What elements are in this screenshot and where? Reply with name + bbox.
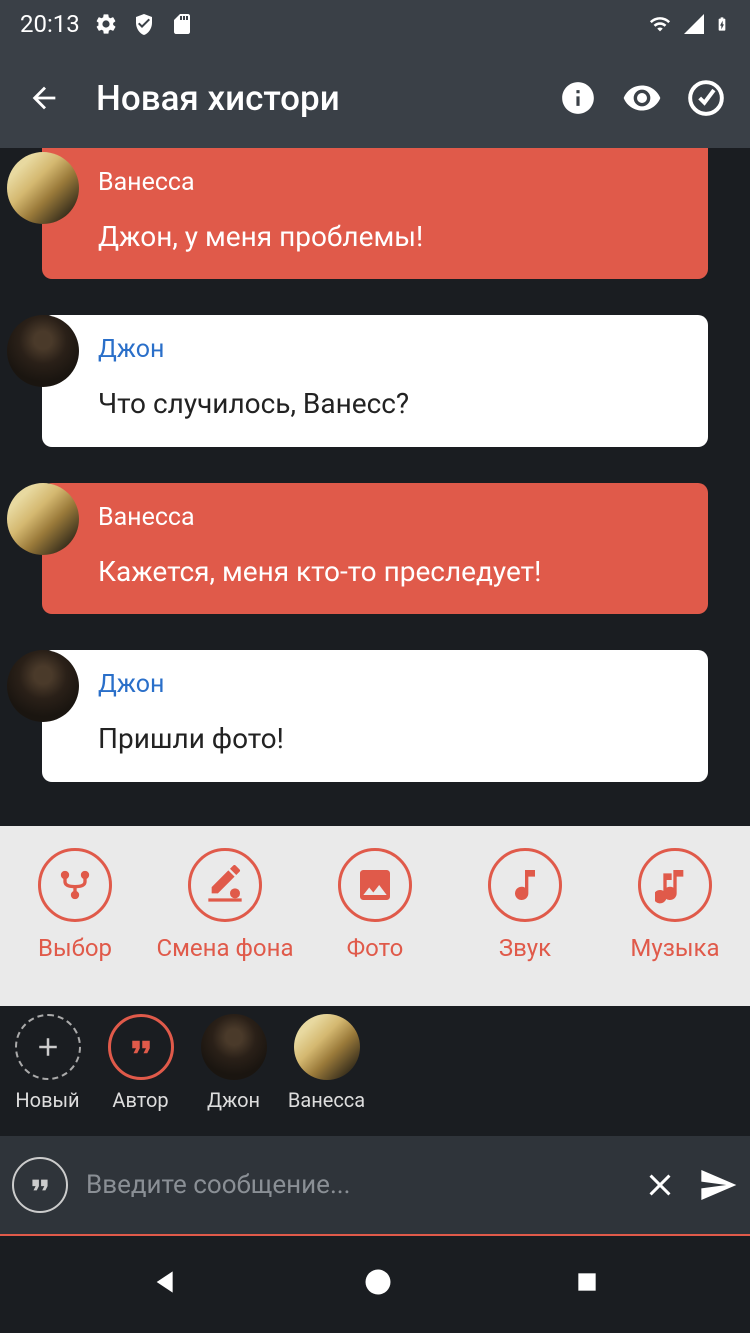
- action-label: Смена фона: [157, 934, 294, 963]
- action-branch[interactable]: Выбор: [3, 848, 148, 963]
- system-nav-bar: [0, 1236, 750, 1331]
- action-paint[interactable]: Смена фона: [153, 848, 298, 963]
- character-label: Автор: [112, 1088, 168, 1112]
- character-label: Джон: [207, 1088, 260, 1112]
- message-sender: Джон: [98, 335, 682, 364]
- quote-icon: [27, 1172, 53, 1198]
- character-john[interactable]: Джон: [196, 1014, 271, 1112]
- battery-icon: [714, 11, 730, 37]
- info-icon: [559, 79, 597, 117]
- send-button[interactable]: [698, 1165, 738, 1205]
- avatar[interactable]: [7, 152, 79, 224]
- app-bar: Новая хистори: [0, 48, 750, 148]
- square-icon: [574, 1269, 600, 1295]
- send-icon: [698, 1165, 738, 1205]
- gear-icon: [94, 12, 118, 36]
- avatar[interactable]: [7, 650, 79, 722]
- shield-icon: [132, 12, 156, 36]
- plus-icon: [15, 1014, 81, 1080]
- message-text: Джон, у меня проблемы!: [98, 219, 682, 255]
- action-label: Выбор: [38, 934, 112, 963]
- avatar[interactable]: [7, 483, 79, 555]
- message-item[interactable]: Джон Что случилось, Ванесс?: [42, 315, 708, 446]
- eye-icon: [622, 77, 662, 119]
- character-new[interactable]: Новый: [10, 1014, 85, 1112]
- message-sender: Джон: [98, 670, 682, 699]
- character-vanessa[interactable]: Ванесса: [289, 1014, 364, 1112]
- nav-home-button[interactable]: [363, 1267, 393, 1301]
- done-button[interactable]: [686, 78, 726, 118]
- message-sender: Ванесса: [98, 503, 682, 532]
- message-bubble[interactable]: Джон Что случилось, Ванесс?: [42, 315, 708, 446]
- input-author-button[interactable]: [12, 1157, 68, 1213]
- status-right: [646, 11, 730, 37]
- paint-icon: [188, 848, 262, 922]
- preview-button[interactable]: [622, 78, 662, 118]
- avatar: [201, 1014, 267, 1080]
- photo-icon: [338, 848, 412, 922]
- action-music[interactable]: Музыка: [603, 848, 748, 963]
- message-item[interactable]: Ванесса Джон, у меня проблемы!: [42, 148, 708, 279]
- music-icon: [638, 848, 712, 922]
- check-circle-icon: [687, 79, 725, 117]
- message-bubble[interactable]: Ванесса Джон, у меня проблемы!: [42, 148, 708, 279]
- back-button[interactable]: [24, 78, 64, 118]
- message-sender: Ванесса: [98, 168, 682, 197]
- note-icon: [488, 848, 562, 922]
- action-label: Звук: [499, 934, 551, 963]
- action-label: Фото: [347, 934, 404, 963]
- message-input[interactable]: [86, 1170, 622, 1200]
- status-time: 20:13: [20, 10, 80, 38]
- info-button[interactable]: [558, 78, 598, 118]
- avatar[interactable]: [7, 315, 79, 387]
- clear-button[interactable]: [640, 1165, 680, 1205]
- branch-icon: [38, 848, 112, 922]
- page-title: Новая хистори: [96, 78, 526, 119]
- nav-recents-button[interactable]: [574, 1269, 600, 1299]
- status-left: 20:13: [20, 10, 194, 38]
- actions-strip: Выбор Смена фона Фото Звук Музыка: [0, 826, 750, 1006]
- action-label: Музыка: [630, 934, 719, 963]
- input-row: [0, 1136, 750, 1236]
- message-text: Кажется, меня кто-то преследует!: [98, 554, 682, 590]
- message-item[interactable]: Ванесса Кажется, меня кто-то преследует!: [42, 483, 708, 614]
- character-author[interactable]: Автор: [103, 1014, 178, 1112]
- message-bubble[interactable]: Ванесса Кажется, меня кто-то преследует!: [42, 483, 708, 614]
- character-label: Ванесса: [288, 1088, 365, 1112]
- message-bubble[interactable]: Джон Пришли фото!: [42, 650, 708, 781]
- triangle-left-icon: [150, 1266, 182, 1298]
- arrow-left-icon: [27, 81, 61, 115]
- sd-card-icon: [170, 12, 194, 36]
- messages-list[interactable]: Ванесса Джон, у меня проблемы! Джон Что слу…: [0, 148, 750, 826]
- wifi-icon: [646, 13, 674, 35]
- message-text: Пришли фото!: [98, 721, 682, 757]
- action-photo[interactable]: Фото: [303, 848, 448, 963]
- quote-icon: [108, 1014, 174, 1080]
- nav-back-button[interactable]: [150, 1266, 182, 1302]
- close-icon: [642, 1167, 678, 1203]
- circle-icon: [363, 1267, 393, 1297]
- message-item[interactable]: Джон Пришли фото!: [42, 650, 708, 781]
- avatar: [294, 1014, 360, 1080]
- action-note[interactable]: Звук: [453, 848, 598, 963]
- character-selector: Новый Автор Джон Ванесса: [0, 1006, 750, 1136]
- message-text: Что случилось, Ванесс?: [98, 386, 682, 422]
- signal-icon: [682, 12, 706, 36]
- character-label: Новый: [15, 1088, 79, 1112]
- status-bar: 20:13: [0, 0, 750, 48]
